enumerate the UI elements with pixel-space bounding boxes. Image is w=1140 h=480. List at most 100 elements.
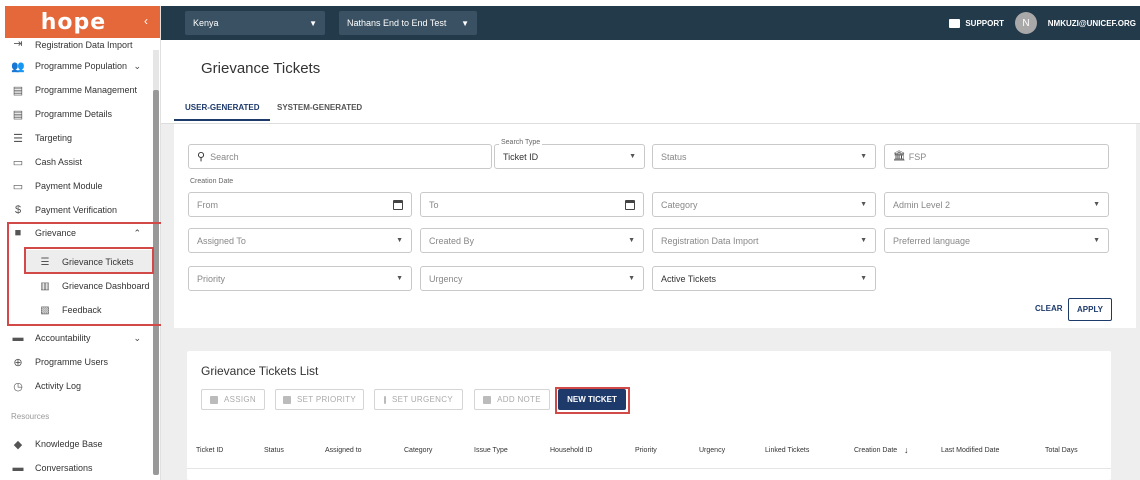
calendar-icon[interactable] xyxy=(625,199,635,210)
column-assigned-to[interactable]: Assigned to xyxy=(325,447,362,454)
column-issue-type[interactable]: Issue Type xyxy=(474,447,508,454)
sidebar-item-programme-details[interactable]: ▤ Programme Details xyxy=(5,102,155,126)
dropdown-arrow-icon: ▼ xyxy=(860,237,867,244)
search-type-select[interactable]: Ticket ID ▼ xyxy=(494,144,645,169)
dollar-icon: $ xyxy=(14,204,22,216)
active-tickets-select[interactable]: Active Tickets ▼ xyxy=(652,266,876,291)
dropdown-arrow-icon: ▼ xyxy=(860,201,867,208)
tab-system-generated[interactable]: SYSTEM-GENERATED xyxy=(277,103,362,112)
from-date-input[interactable]: From xyxy=(188,192,412,217)
assign-button[interactable]: ASSIGN xyxy=(201,389,265,410)
programme-select[interactable]: Nathans End to End Test ▼ xyxy=(339,11,477,35)
highlight-box-new-ticket xyxy=(555,387,630,414)
priority-icon xyxy=(282,395,291,404)
support-link[interactable]: SUPPORT xyxy=(949,18,1004,28)
fsp-input[interactable]: 🏛 FSP xyxy=(884,144,1109,169)
tab-user-generated[interactable]: USER-GENERATED xyxy=(185,103,260,112)
column-household-id[interactable]: Household ID xyxy=(550,447,592,454)
creation-date-label: Creation Date xyxy=(188,178,236,185)
search-icon: ⚲ xyxy=(197,151,206,163)
filters-card: ⚲ Search Ticket ID ▼ Search Type Status ▼ 🏛… xyxy=(174,124,1136,328)
country-select[interactable]: Kenya ▼ xyxy=(185,11,325,35)
import-icon: ⇥ xyxy=(13,37,23,50)
status-select[interactable]: Status ▼ xyxy=(652,144,876,169)
sidebar-item-conversations[interactable]: ▬ Conversations xyxy=(5,456,155,480)
priority-select[interactable]: Priority ▼ xyxy=(188,266,412,291)
assign-icon xyxy=(209,395,218,404)
sidebar-item-targeting[interactable]: ☰ Targeting xyxy=(5,126,155,150)
assigned-to-select[interactable]: Assigned To ▼ xyxy=(188,228,412,253)
support-icon xyxy=(949,18,961,28)
preferred-language-select[interactable]: Preferred language ▼ xyxy=(884,228,1109,253)
column-status[interactable]: Status xyxy=(264,447,284,454)
dropdown-arrow-icon: ▼ xyxy=(628,275,635,282)
tickets-list-card: Grievance Tickets List ASSIGN SET PRIORI… xyxy=(187,351,1111,480)
clipboard-icon: ▤ xyxy=(12,84,24,97)
page-header: Grievance Tickets USER-GENERATED SYSTEM-… xyxy=(161,40,1140,124)
search-type-label: Search Type xyxy=(499,139,543,146)
add-note-button[interactable]: ADD NOTE xyxy=(474,389,550,410)
dropdown-arrow-icon: ▼ xyxy=(1093,201,1100,208)
sidebar-item-registration-data-import[interactable]: ⇥ Registration Data Import xyxy=(5,36,155,51)
active-tab-indicator xyxy=(174,119,270,121)
registration-data-import-select[interactable]: Registration Data Import ▼ xyxy=(652,228,876,253)
column-linked-tickets[interactable]: Linked Tickets xyxy=(765,447,809,454)
calendar-icon[interactable] xyxy=(393,199,403,210)
column-total-days[interactable]: Total Days xyxy=(1045,447,1078,454)
list-title: Grievance Tickets List xyxy=(201,364,319,378)
column-ticket-id[interactable]: Ticket ID xyxy=(196,447,223,454)
sidebar-item-payment-module[interactable]: ▭ Payment Module xyxy=(5,174,155,198)
message-icon: ▬ xyxy=(12,332,24,344)
sidebar-item-cash-assist[interactable]: ▭ Cash Assist xyxy=(5,150,155,174)
column-priority[interactable]: Priority xyxy=(635,447,657,454)
sidebar-item-programme-users[interactable]: ⊕ Programme Users xyxy=(5,350,155,374)
highlight-box-grievance xyxy=(7,222,163,326)
arrow-down-icon[interactable]: ↓ xyxy=(904,445,909,455)
note-icon xyxy=(483,395,492,404)
history-icon: ◷ xyxy=(13,380,23,393)
column-creation-date[interactable]: Creation Date xyxy=(854,447,897,454)
sidebar-item-activity-log[interactable]: ◷ Activity Log xyxy=(5,374,155,398)
dropdown-arrow-icon: ▼ xyxy=(396,275,403,282)
bank-icon: 🏛 xyxy=(893,151,906,162)
admin-level-select[interactable]: Admin Level 2 ▼ xyxy=(884,192,1109,217)
sidebar-item-payment-verification[interactable]: $ Payment Verification xyxy=(5,198,155,222)
section-resources: Resources xyxy=(11,412,50,421)
clear-button[interactable]: CLEAR xyxy=(1035,304,1063,313)
sidebar-item-accountability[interactable]: ▬ Accountability ⌄ xyxy=(5,326,155,350)
page-title: Grievance Tickets xyxy=(201,60,321,77)
dropdown-arrow-icon: ▼ xyxy=(860,275,867,282)
dropdown-arrow-icon: ▼ xyxy=(461,18,469,28)
set-urgency-button[interactable]: SET URGENCY xyxy=(374,389,463,410)
app-logo[interactable]: hope xyxy=(41,10,106,35)
chat-icon: ▬ xyxy=(12,462,24,474)
sidebar-item-knowledge-base[interactable]: ◆ Knowledge Base xyxy=(5,432,155,456)
book-icon: ◆ xyxy=(13,438,23,451)
urgency-icon xyxy=(384,395,387,404)
list-icon: ☰ xyxy=(13,132,23,145)
card-icon: ▭ xyxy=(12,180,24,193)
avatar[interactable]: N xyxy=(1015,12,1037,34)
created-by-select[interactable]: Created By ▼ xyxy=(420,228,644,253)
urgency-select[interactable]: Urgency ▼ xyxy=(420,266,644,291)
column-category[interactable]: Category xyxy=(404,447,432,454)
user-email[interactable]: NMKUZI@UNICEF.ORG xyxy=(1048,19,1136,28)
chevron-down-icon: ⌄ xyxy=(133,332,141,343)
search-input[interactable]: ⚲ Search xyxy=(188,144,492,169)
sidebar-item-programme-management[interactable]: ▤ Programme Management xyxy=(5,78,155,102)
set-priority-button[interactable]: SET PRIORITY xyxy=(275,389,364,410)
chevron-down-icon: ⌄ xyxy=(133,60,141,71)
sidebar-item-programme-population[interactable]: 👥 Programme Population ⌄ xyxy=(5,54,155,78)
dropdown-arrow-icon: ▼ xyxy=(629,153,636,160)
to-date-input[interactable]: To xyxy=(420,192,644,217)
people-icon: 👥 xyxy=(11,60,25,73)
dropdown-arrow-icon: ▼ xyxy=(396,237,403,244)
dropdown-arrow-icon: ▼ xyxy=(860,153,867,160)
column-last-modified-date[interactable]: Last Modified Date xyxy=(941,447,999,454)
chevron-left-icon[interactable]: ‹ xyxy=(144,14,148,28)
top-bar: Kenya ▼ Nathans End to End Test ▼ SUPPORT … xyxy=(161,6,1140,40)
category-select[interactable]: Category ▼ xyxy=(652,192,876,217)
column-urgency[interactable]: Urgency xyxy=(699,447,725,454)
apply-button[interactable]: APPLY xyxy=(1068,298,1112,321)
users-icon: ⊕ xyxy=(13,356,23,369)
